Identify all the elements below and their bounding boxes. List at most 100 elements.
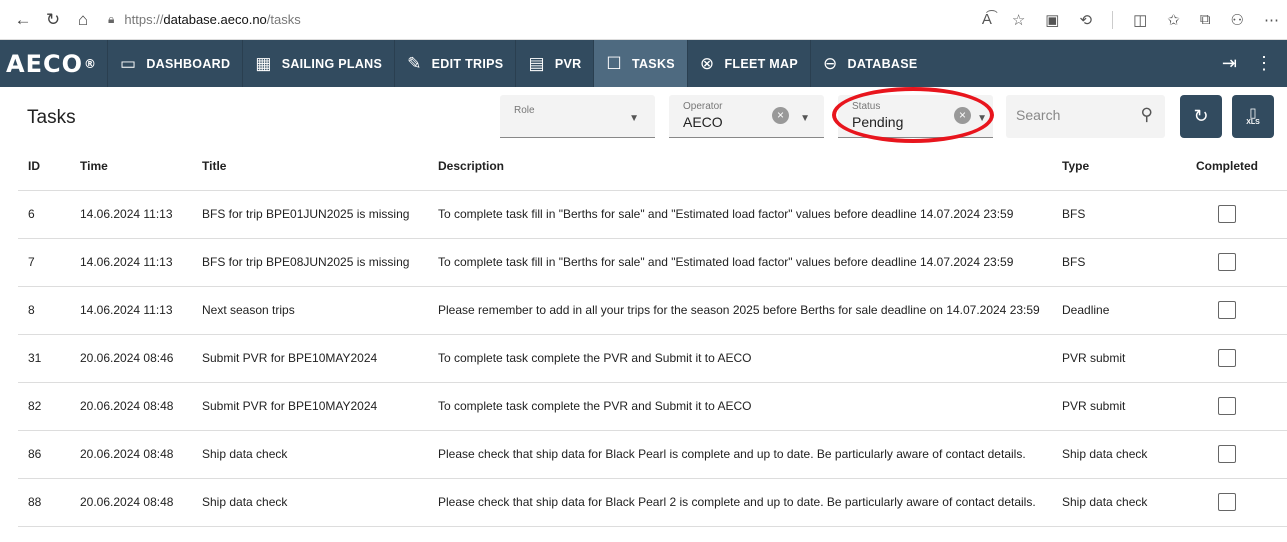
cell-type: BFS bbox=[1052, 190, 1167, 239]
refresh-button[interactable]: ↻ bbox=[1180, 95, 1222, 138]
tasks-toolbar: Tasks Role ▼ Operator AECO × ▼ Status Pe… bbox=[0, 87, 1287, 143]
cell-completed bbox=[1167, 190, 1287, 239]
completed-checkbox[interactable] bbox=[1218, 349, 1236, 367]
operator-label: Operator bbox=[683, 101, 723, 112]
clear-icon[interactable]: × bbox=[954, 107, 971, 124]
cell-completed bbox=[1167, 334, 1287, 383]
table-row[interactable]: 86 20.06.2024 08:48 Ship data check Plea… bbox=[18, 430, 1287, 479]
url-scheme: https:// bbox=[124, 12, 164, 27]
cell-description: To complete task complete the PVR and Su… bbox=[428, 382, 1052, 431]
export-xls-button[interactable]: ▯ XLS bbox=[1232, 95, 1274, 138]
completed-checkbox[interactable] bbox=[1218, 205, 1236, 223]
app-icon[interactable]: ▣ bbox=[1045, 11, 1059, 29]
col-title-header[interactable]: Title bbox=[192, 143, 428, 191]
cell-title: Submit PVR for BPE10MAY2024 bbox=[192, 334, 428, 383]
cell-title: BFS for trip BPE08JUN2025 is missing bbox=[192, 238, 428, 287]
favorite-star-icon[interactable]: ☆ bbox=[1012, 11, 1025, 29]
clear-icon[interactable]: × bbox=[772, 107, 789, 124]
cell-time: 14.06.2024 11:13 bbox=[70, 286, 192, 335]
browser-toolbar: ← ↻ ⌂ 🔒︎ https://database.aeco.no/tasks … bbox=[0, 0, 1287, 40]
menu-kebab-icon[interactable]: ⋮ bbox=[1255, 53, 1273, 74]
read-aloud-icon[interactable]: A͡ bbox=[982, 11, 992, 28]
split-screen-icon[interactable]: ◫ bbox=[1133, 11, 1147, 29]
table-header-row: ID Time Title Description Type Completed bbox=[18, 143, 1287, 191]
cell-id: 88 bbox=[18, 478, 70, 527]
separator bbox=[1112, 10, 1114, 29]
page-title: Tasks bbox=[27, 107, 76, 128]
dashboard-icon: ▭ bbox=[119, 53, 137, 73]
search-placeholder: Search bbox=[1016, 107, 1061, 123]
cell-id: 7 bbox=[18, 238, 70, 287]
table-row[interactable]: 31 20.06.2024 08:46 Submit PVR for BPE10… bbox=[18, 334, 1287, 383]
favorites-icon[interactable]: ✩ bbox=[1167, 11, 1180, 29]
chevron-down-icon: ▼ bbox=[629, 113, 639, 124]
table-row[interactable]: 7 14.06.2024 11:13 BFS for trip BPE08JUN… bbox=[18, 238, 1287, 287]
cell-title: Ship data check bbox=[192, 430, 428, 479]
nav-dashboard[interactable]: ▭ DASHBOARD bbox=[106, 40, 242, 87]
refresh-icon: ↻ bbox=[1193, 106, 1209, 126]
chevron-down-icon: ▼ bbox=[977, 113, 987, 124]
lock-icon: 🔒︎ bbox=[108, 12, 115, 26]
cell-type: PVR submit bbox=[1052, 334, 1167, 383]
col-completed-header[interactable]: Completed bbox=[1167, 143, 1287, 191]
cell-title: Next season trips bbox=[192, 286, 428, 335]
cell-description: To complete task fill in "Berths for sal… bbox=[428, 238, 1052, 287]
operator-value: AECO bbox=[683, 114, 723, 130]
col-type-header[interactable]: Type bbox=[1052, 143, 1167, 191]
col-time-header[interactable]: Time bbox=[70, 143, 192, 191]
nav-fleet-map[interactable]: ⊗ FLEET MAP bbox=[686, 40, 810, 87]
collections-icon[interactable]: ⧉ bbox=[1200, 11, 1211, 28]
cell-time: 14.06.2024 11:13 bbox=[70, 190, 192, 239]
calendar-icon: ▦ bbox=[255, 53, 272, 73]
back-icon[interactable]: ← bbox=[8, 10, 38, 30]
completed-checkbox[interactable] bbox=[1218, 301, 1236, 319]
completed-checkbox[interactable] bbox=[1218, 445, 1236, 463]
nav-database[interactable]: ⊖ DATABASE bbox=[809, 40, 930, 87]
operator-select[interactable]: Operator AECO × ▼ bbox=[669, 95, 824, 138]
cell-type: PVR submit bbox=[1052, 382, 1167, 431]
role-select[interactable]: Role ▼ bbox=[500, 95, 655, 138]
home-icon[interactable]: ⌂ bbox=[68, 10, 98, 30]
refresh-icon[interactable]: ↻ bbox=[38, 10, 68, 30]
extensions-icon[interactable]: ⟲ bbox=[1079, 11, 1092, 29]
completed-checkbox[interactable] bbox=[1218, 397, 1236, 415]
chevron-down-icon: ▼ bbox=[800, 113, 810, 124]
cell-id: 8 bbox=[18, 286, 70, 335]
cell-type: BFS bbox=[1052, 238, 1167, 287]
search-input[interactable]: Search ⚲ bbox=[1006, 95, 1165, 138]
table-row[interactable]: 8 14.06.2024 11:13 Next season trips Ple… bbox=[18, 286, 1287, 335]
cell-description: Please remember to add in all your trips… bbox=[428, 286, 1052, 335]
nav-sailing-plans[interactable]: ▦ SAILING PLANS bbox=[242, 40, 394, 87]
cell-completed bbox=[1167, 286, 1287, 335]
search-icon: ⚲ bbox=[1140, 105, 1153, 124]
aeco-logo[interactable]: AECO ® bbox=[0, 40, 107, 87]
cell-time: 20.06.2024 08:48 bbox=[70, 382, 192, 431]
url-host: database.aeco.no bbox=[163, 12, 267, 27]
more-options-icon[interactable]: ⋯ bbox=[1264, 11, 1279, 29]
app-navbar: AECO ® ▭ DASHBOARD ▦ SAILING PLANS ✎ EDIT TR… bbox=[0, 40, 1287, 87]
status-label: Status bbox=[852, 101, 881, 112]
address-bar[interactable]: 🔒︎ https://database.aeco.no/tasks bbox=[108, 12, 301, 27]
logout-icon[interactable]: ⇥ bbox=[1222, 53, 1237, 74]
nav-edit-trips[interactable]: ✎ EDIT TRIPS bbox=[394, 40, 515, 87]
table-row[interactable]: 6 14.06.2024 11:13 BFS for trip BPE01JUN… bbox=[18, 190, 1287, 239]
nav-tasks[interactable]: ☐ TASKS bbox=[593, 40, 687, 87]
col-id-header[interactable]: ID bbox=[18, 143, 70, 191]
cell-id: 86 bbox=[18, 430, 70, 479]
cell-id: 6 bbox=[18, 190, 70, 239]
table-row[interactable]: 82 20.06.2024 08:48 Submit PVR for BPE10… bbox=[18, 382, 1287, 431]
nav-pvr[interactable]: ▤ PVR bbox=[515, 40, 593, 87]
profile-icon[interactable]: ⚇ bbox=[1231, 11, 1244, 29]
database-icon: ⊖ bbox=[822, 53, 838, 73]
role-label: Role bbox=[514, 105, 535, 116]
completed-checkbox[interactable] bbox=[1218, 493, 1236, 511]
status-select[interactable]: Status Pending × ▼ bbox=[838, 95, 993, 138]
completed-checkbox[interactable] bbox=[1218, 253, 1236, 271]
cell-time: 14.06.2024 11:13 bbox=[70, 238, 192, 287]
tasks-table: ID Time Title Description Type Completed… bbox=[18, 143, 1287, 527]
table-row[interactable]: 88 20.06.2024 08:48 Ship data check Plea… bbox=[18, 478, 1287, 527]
cell-type: Deadline bbox=[1052, 286, 1167, 335]
col-description-header[interactable]: Description bbox=[428, 143, 1052, 191]
cell-completed bbox=[1167, 478, 1287, 527]
cell-id: 31 bbox=[18, 334, 70, 383]
